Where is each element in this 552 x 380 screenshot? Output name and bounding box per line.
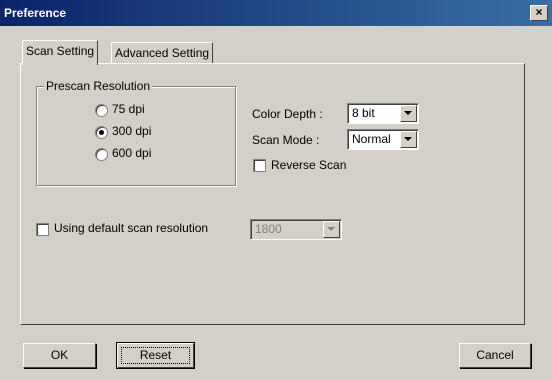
default-resolution-label: Using default scan resolution [54, 221, 209, 235]
chevron-down-icon [323, 221, 340, 238]
radio-75-dpi[interactable] [95, 104, 108, 117]
radio-300-dpi-label: 300 dpi [112, 124, 152, 138]
scan-mode-label: Scan Mode : [252, 133, 320, 147]
radio-600-dpi[interactable] [95, 148, 108, 161]
default-resolution-value: 1800 [255, 222, 282, 236]
title-bar: Preference × [0, 0, 552, 26]
radio-600-dpi-label: 600 dpi [112, 146, 152, 160]
radio-75-dpi-label: 75 dpi [112, 102, 145, 116]
ok-button[interactable]: OK [23, 343, 96, 368]
chevron-down-icon[interactable] [400, 131, 417, 148]
close-icon: × [535, 5, 543, 19]
default-resolution-select: 1800 [250, 219, 342, 240]
radio-300-dpi[interactable] [95, 126, 108, 139]
tab-scan-setting[interactable]: Scan Setting [22, 40, 99, 65]
cancel-button[interactable]: Cancel [459, 343, 531, 368]
color-depth-label: Color Depth : [252, 107, 323, 121]
chevron-down-icon[interactable] [400, 105, 417, 122]
color-depth-select[interactable]: 8 bit [347, 103, 419, 124]
window-title: Preference [4, 6, 67, 20]
reverse-scan-label: Reverse Scan [271, 158, 347, 172]
default-resolution-checkbox[interactable] [36, 223, 49, 236]
close-button[interactable]: × [530, 5, 548, 21]
scan-mode-select[interactable]: Normal [347, 129, 419, 150]
radio-selected-dot [99, 130, 104, 135]
color-depth-value: 8 bit [352, 106, 375, 120]
tab-advanced-setting[interactable]: Advanced Setting [111, 42, 214, 63]
reverse-scan-checkbox[interactable] [253, 159, 266, 172]
scan-mode-value: Normal [352, 132, 391, 146]
focus-ring [121, 347, 190, 364]
prescan-resolution-label: Prescan Resolution [44, 79, 153, 93]
reset-button[interactable]: Reset [116, 342, 195, 369]
